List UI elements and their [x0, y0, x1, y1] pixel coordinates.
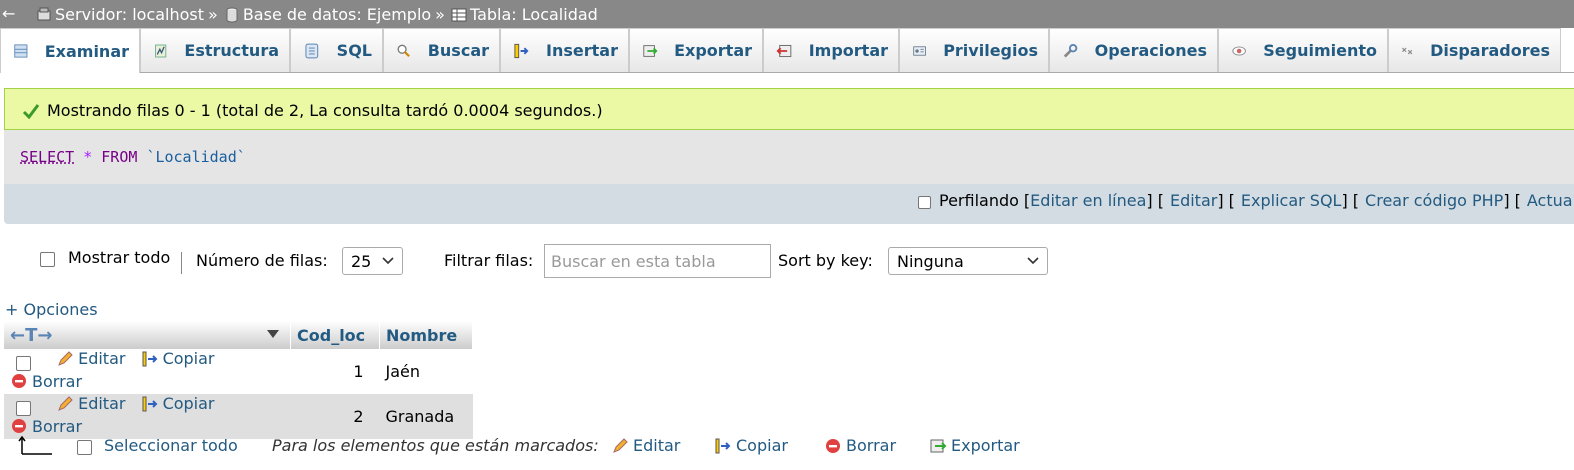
results-table: ←T→ Cod_loc Nombre Editar Copiar Borrar …	[4, 321, 473, 439]
back-arrow-icon[interactable]: ←	[2, 4, 15, 23]
bulk-actions-bar: Seleccionar todo Para los elementos que …	[0, 430, 1574, 466]
triggers-icon	[1402, 47, 1413, 54]
tab-examinar[interactable]: Examinar	[0, 28, 140, 73]
row-edit-button[interactable]: Editar	[56, 349, 125, 368]
browse-icon	[14, 44, 28, 58]
sort-dropdown-icon[interactable]	[266, 329, 280, 339]
navigation-controls: Mostrar todo Número de filas: 25 Filtrar…	[0, 244, 1574, 284]
bulk-edit-button[interactable]: Editar	[611, 436, 680, 455]
show-all-checkbox[interactable]	[40, 252, 55, 267]
table-icon	[451, 8, 467, 21]
breadcrumb-server[interactable]: Servidor: localhost	[36, 5, 204, 24]
column-header-cod-loc[interactable]: Cod_loc	[290, 321, 380, 349]
sql-query: SELECT * FROM `Localidad`	[20, 148, 246, 166]
tab-importar[interactable]: Importar	[763, 28, 899, 72]
eye-icon	[1232, 45, 1246, 56]
bulk-delete-button[interactable]: Borrar	[824, 436, 896, 455]
sort-by-key-label: Sort by key:	[778, 251, 873, 270]
filter-rows-input[interactable]: Buscar en esta tabla	[544, 244, 771, 278]
check-icon	[22, 104, 40, 119]
edit-link[interactable]: Editar	[1170, 191, 1217, 210]
divider	[181, 252, 182, 274]
tab-sql[interactable]: SQL	[290, 28, 383, 72]
row-delete-button[interactable]: Borrar	[10, 372, 82, 391]
tab-seguimiento[interactable]: Seguimiento	[1218, 28, 1388, 72]
tab-bar: Examinar Estructura SQL Buscar Insertar …	[0, 28, 1574, 73]
column-header-nombre[interactable]: Nombre	[379, 321, 473, 349]
row-copy-button[interactable]: Copiar	[141, 394, 215, 413]
tab-disparadores[interactable]: Disparadores	[1388, 28, 1561, 72]
tab-exportar[interactable]: Exportar	[629, 28, 763, 72]
search-icon	[397, 44, 410, 57]
table-row: Editar Copiar Borrar 1 Jaén	[4, 349, 473, 394]
copy-icon	[142, 396, 157, 411]
breadcrumb-bar: ← Servidor: localhost » Base de datos: E…	[0, 0, 1574, 28]
column-arrows[interactable]: ←T→	[10, 325, 52, 346]
marked-label: Para los elementos que están marcados:	[272, 436, 599, 455]
create-php-link[interactable]: Crear código PHP	[1365, 191, 1503, 210]
delete-icon	[12, 374, 26, 388]
success-message: Mostrando filas 0 - 1 (total de 2, La co…	[4, 88, 1574, 130]
tab-operaciones[interactable]: Operaciones	[1049, 28, 1218, 72]
pencil-icon	[58, 350, 73, 366]
show-all-label: Mostrar todo	[68, 248, 171, 267]
structure-icon	[155, 44, 167, 57]
select-all-checkbox[interactable]	[77, 440, 92, 455]
export-icon	[643, 44, 658, 57]
arrow-left-up-icon	[18, 435, 52, 455]
column-controls-header: ←T→	[4, 321, 291, 349]
tab-privilegios[interactable]: Privilegios	[899, 28, 1049, 72]
pencil-icon	[613, 437, 628, 453]
result-summary: Mostrando filas 0 - 1 (total de 2, La co…	[47, 101, 603, 120]
refresh-link[interactable]: Actua	[1527, 191, 1573, 210]
wrench-icon	[1063, 43, 1078, 58]
row-copy-button[interactable]: Copiar	[141, 349, 215, 368]
import-icon	[776, 44, 792, 57]
edit-inline-link[interactable]: Editar en línea	[1030, 191, 1146, 210]
row-edit-button[interactable]: Editar	[56, 394, 125, 413]
cell-nombre: Jaén	[379, 349, 473, 394]
server-icon	[37, 7, 51, 20]
select-all-link[interactable]: Seleccionar todo	[104, 436, 238, 455]
sql-icon	[305, 43, 319, 58]
bulk-export-button[interactable]: Exportar	[929, 436, 1020, 455]
privileges-icon	[913, 45, 926, 56]
sort-by-key-select[interactable]: Ninguna	[888, 247, 1048, 275]
explain-sql-link[interactable]: Explicar SQL	[1241, 191, 1342, 210]
rows-label: Número de filas:	[196, 251, 328, 270]
row-checkbox[interactable]	[16, 355, 31, 371]
options-link[interactable]: + Opciones	[5, 300, 98, 319]
breadcrumb: Servidor: localhost » Base de datos: Eje…	[36, 5, 598, 24]
database-icon	[226, 7, 238, 23]
tab-insertar[interactable]: Insertar	[500, 28, 629, 72]
sql-query-box: SELECT * FROM `Localidad`	[4, 130, 1574, 184]
tab-estructura[interactable]: Estructura	[140, 28, 290, 72]
filter-label: Filtrar filas:	[444, 251, 534, 270]
pencil-icon	[58, 395, 73, 411]
bulk-copy-button[interactable]: Copiar	[714, 436, 788, 455]
copy-icon	[142, 351, 157, 366]
breadcrumb-table[interactable]: Tabla: Localidad	[451, 5, 598, 24]
cell-cod-loc: 1	[290, 349, 380, 394]
delete-icon	[826, 438, 840, 453]
insert-icon	[514, 43, 529, 58]
chevron-down-icon	[382, 257, 394, 265]
row-checkbox[interactable]	[16, 400, 31, 416]
tab-buscar[interactable]: Buscar	[383, 28, 500, 72]
query-options-bar: Perfilando [ Editar en línea ] [ Editar …	[4, 184, 1574, 224]
copy-icon	[715, 438, 731, 453]
breadcrumb-database[interactable]: Base de datos: Ejemplo	[224, 5, 431, 24]
profiling-checkbox[interactable]	[918, 195, 931, 209]
rows-per-page-select[interactable]: 25	[342, 247, 403, 275]
export-icon	[930, 439, 947, 452]
chevron-down-icon	[1027, 257, 1039, 265]
sql-keyword-select[interactable]: SELECT	[20, 148, 74, 166]
